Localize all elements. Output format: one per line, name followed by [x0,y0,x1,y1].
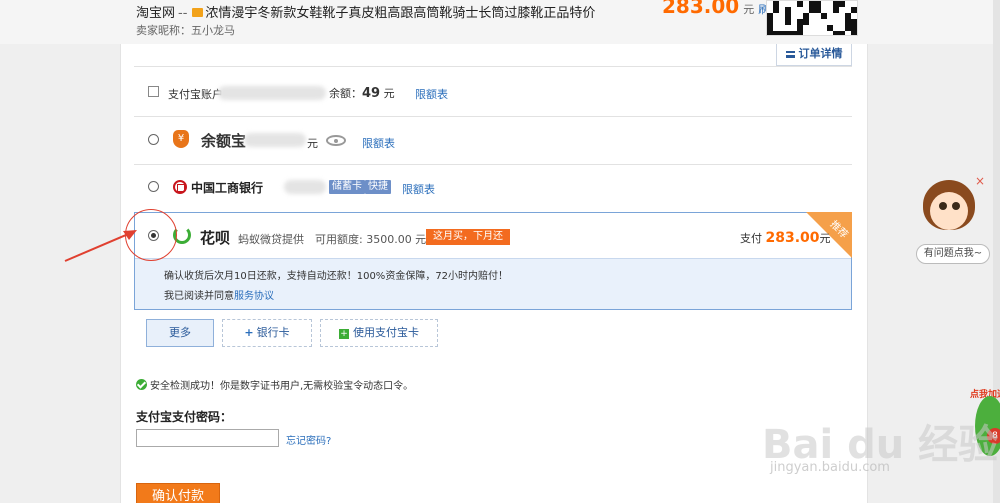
add-bank-card-label: 银行卡 [256,326,290,339]
qr-code [766,0,858,36]
password-label: 支付宝支付密码： [136,410,233,424]
masked-yuebao [244,133,306,147]
yuebao-icon: ¥ [173,130,189,148]
product-title-text[interactable]: 浓情漫宇冬新款女鞋靴子真皮粗高跟高筒靴骑士长筒过膝靴正品特价 [205,6,595,21]
masked-account [218,86,326,100]
huabei-name: 花呗 [200,229,231,247]
list-icon [785,51,795,58]
customer-service-avatar[interactable] [921,180,977,240]
balance: 余额：49 元 [329,85,395,101]
watermark-url: jingyan.baidu.com [770,460,890,475]
title-separator: -- [178,6,188,21]
huabei-info-area [135,258,851,309]
icbc-name: 中国工商银行 [191,181,264,195]
site-name[interactable]: 淘宝网 [136,6,175,21]
qr-cell [839,31,845,35]
avatar-eye-right [952,202,960,210]
huabei-provider: 蚂蚁微贷提供 [238,233,304,246]
eye-icon[interactable] [326,135,346,146]
card-plus-icon: + [339,329,349,339]
qr-cell [773,7,779,13]
alipay-card-button[interactable]: + 使用支付宝卡 [320,319,438,347]
huabei-note: 确认收货后次月10日还款，支持自动还款！100%资金保障，72小时内赔付！ [164,271,509,282]
avatar-eye-left [939,202,947,210]
express-tag: 快捷 [365,180,391,194]
recommend-badge-label: 推荐 [827,218,850,241]
huabei-pay-amount: 283.00 [765,230,820,246]
security-message: 安全检测成功！你是数字证书用户,无需校验宝令动态口令。 [150,381,414,392]
product-title: 淘宝网 -- 浓情漫宇冬新款女鞋靴子真皮粗高跟高筒靴骑士长筒过膝靴正品特价 [136,2,595,21]
masked-card [284,180,326,194]
qr-cell [839,1,845,7]
qr-cell [785,19,791,25]
balance-label: 余额： [329,87,362,100]
yuebao-limit-link[interactable]: 限额表 [362,135,395,151]
icbc-limit-link[interactable]: 限额表 [402,181,435,197]
plus-icon: + [244,326,254,339]
total-price-value: 283.00 [662,0,740,18]
qr-cell [833,7,839,13]
alipay-account-label: 支付宝账户 [168,88,223,101]
forgot-password-link[interactable]: 忘记密码? [286,432,331,447]
balance-unit: 元 [383,87,395,100]
product-icon [192,8,204,17]
huabei-agreement: 我已阅读并同意服务协议 [164,287,274,302]
order-detail-label: 订单详情 [798,47,843,60]
order-detail-button[interactable]: 订单详情 [776,44,852,66]
avatar-face [930,192,968,230]
password-input[interactable] [136,429,279,447]
alipay-limit-link[interactable]: 限额表 [415,86,448,102]
huabei-pay: 支付 283.00元 [740,230,831,246]
alipay-account-checkbox[interactable] [148,86,159,97]
annotation-arrow [64,230,137,262]
total-price-unit: 元 [743,3,755,16]
icbc-radio[interactable] [148,181,159,192]
yuebao-unit: 元 [307,137,318,150]
service-agreement-link[interactable]: 服务协议 [234,291,274,302]
qr-cell [803,19,809,25]
qr-cell [851,7,857,13]
yuebao-radio[interactable] [148,134,159,145]
seller-name: 卖家昵称：五小龙马 [136,24,235,37]
huabei-pay-unit: 元 [819,232,831,245]
huabei-available-credit: 可用额度: 3500.00 元 [315,233,427,246]
debit-card-tag: 储蓄卡 [329,180,365,194]
security-check-icon [136,379,147,390]
help-bubble[interactable]: 有问题点我~ [916,244,990,264]
confirm-pay-button[interactable]: 确认付款 [136,483,220,503]
huabei-promo-badge: 这月买，下月还 [426,229,510,245]
qr-cell [821,13,827,19]
qr-cell [797,31,803,35]
alipay-card-label: 使用支付宝卡 [353,326,419,339]
agreement-prefix: 我已阅读并同意 [164,291,234,302]
more-button[interactable]: 更多 [146,319,214,347]
huabei-pay-label: 支付 [740,232,762,245]
yuebao-label: 余额宝 [201,132,247,150]
total-price: 283.00元刷新 [662,0,780,18]
qr-cell [851,31,857,35]
add-bank-card-button[interactable]: + 银行卡 [222,319,312,347]
icbc-logo-icon [173,180,187,194]
qr-cell [797,1,803,7]
balance-value: 49 [362,86,381,101]
